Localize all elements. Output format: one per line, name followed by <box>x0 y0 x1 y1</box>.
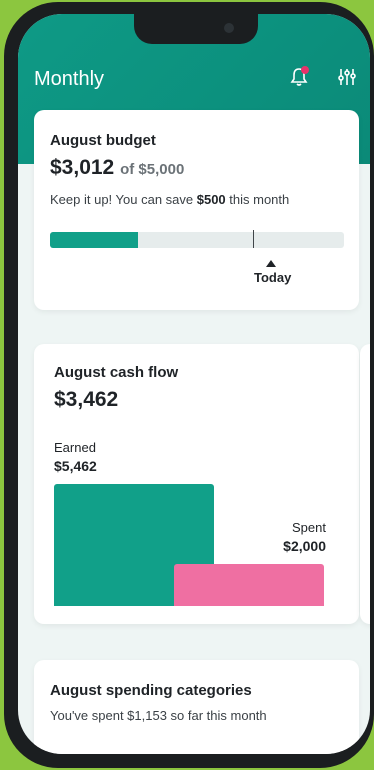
budget-progress-fill <box>50 232 139 248</box>
earned-value: $5,462 <box>54 458 97 474</box>
budget-title: August budget <box>50 132 156 149</box>
budget-card[interactable]: August budget $3,012 of $5,000 Keep it u… <box>34 110 359 310</box>
today-pointer-icon <box>266 260 276 267</box>
phone-frame: Monthly August budget $3,012 of $5,000 K… <box>4 2 374 768</box>
spent-label: Spent <box>292 520 326 535</box>
phone-notch <box>134 14 258 44</box>
budget-total: of $5,000 <box>120 161 185 178</box>
app-screen: Monthly August budget $3,012 of $5,000 K… <box>18 14 370 754</box>
sliders-icon[interactable] <box>336 66 358 88</box>
sliders-glyph <box>338 69 356 85</box>
budget-message-amount: $500 <box>196 192 226 207</box>
today-label: Today <box>254 270 292 285</box>
categories-title: August spending categories <box>50 682 252 699</box>
today-marker <box>253 230 254 248</box>
cash-flow-card[interactable]: August cash flow $3,462 Earned $5,462 Sp… <box>34 344 359 624</box>
spent-bar <box>174 564 324 606</box>
camera-icon <box>224 23 234 33</box>
cash-flow-title: August cash flow <box>54 364 179 381</box>
budget-message: Keep it up! You can save $500 this month <box>50 192 289 207</box>
budget-message-prefix: Keep it up! You can save <box>50 192 197 207</box>
budget-amount: $3,012 of $5,000 <box>50 156 184 180</box>
cash-flow-net: $3,462 <box>54 388 119 411</box>
categories-subtitle: You've spent $1,153 so far this month <box>50 708 267 723</box>
budget-progress-bar <box>50 232 344 248</box>
notification-dot <box>301 66 309 74</box>
spending-categories-card[interactable]: August spending categories You've spent … <box>34 660 359 754</box>
spent-value: $2,000 <box>283 538 326 554</box>
page-title: Monthly <box>34 68 105 90</box>
budget-message-suffix: this month <box>225 192 290 207</box>
earned-label: Earned <box>54 440 96 455</box>
bell-icon[interactable] <box>288 66 310 88</box>
next-card-peek[interactable] <box>360 344 370 624</box>
budget-spent-value: $3,012 <box>50 156 115 179</box>
